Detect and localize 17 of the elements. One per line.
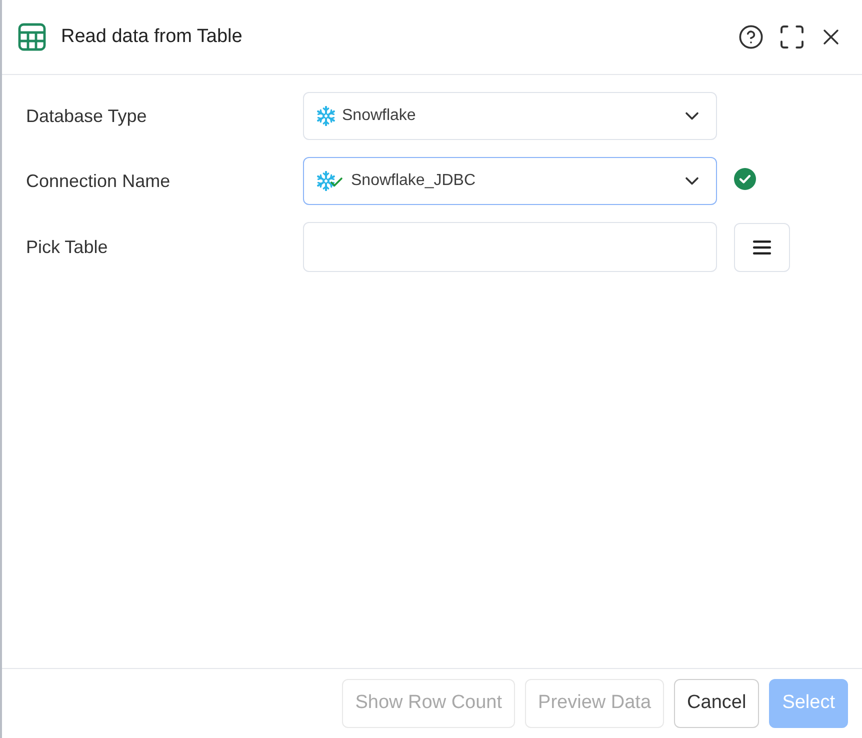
dialog-title: Read data from Table — [61, 24, 242, 49]
menu-icon — [753, 240, 771, 254]
field-label: Pick Table — [26, 236, 109, 258]
browse-button[interactable] — [734, 222, 790, 272]
help-icon — [738, 24, 764, 50]
select-field[interactable]: Snowflake_JDBC — [303, 157, 717, 205]
select-value: Snowflake_JDBC — [351, 171, 476, 191]
maximize-icon — [778, 23, 806, 51]
input-field[interactable] — [303, 222, 717, 272]
footer-button[interactable]: Cancel — [674, 679, 760, 728]
maximize-button[interactable] — [778, 23, 806, 51]
select-value: Snowflake — [342, 106, 416, 126]
select-field[interactable]: Snowflake — [303, 92, 717, 140]
field-label: Connection Name — [26, 170, 172, 192]
field-label: Database Type — [26, 104, 148, 128]
table-icon — [18, 23, 46, 51]
help-button[interactable] — [738, 24, 764, 50]
